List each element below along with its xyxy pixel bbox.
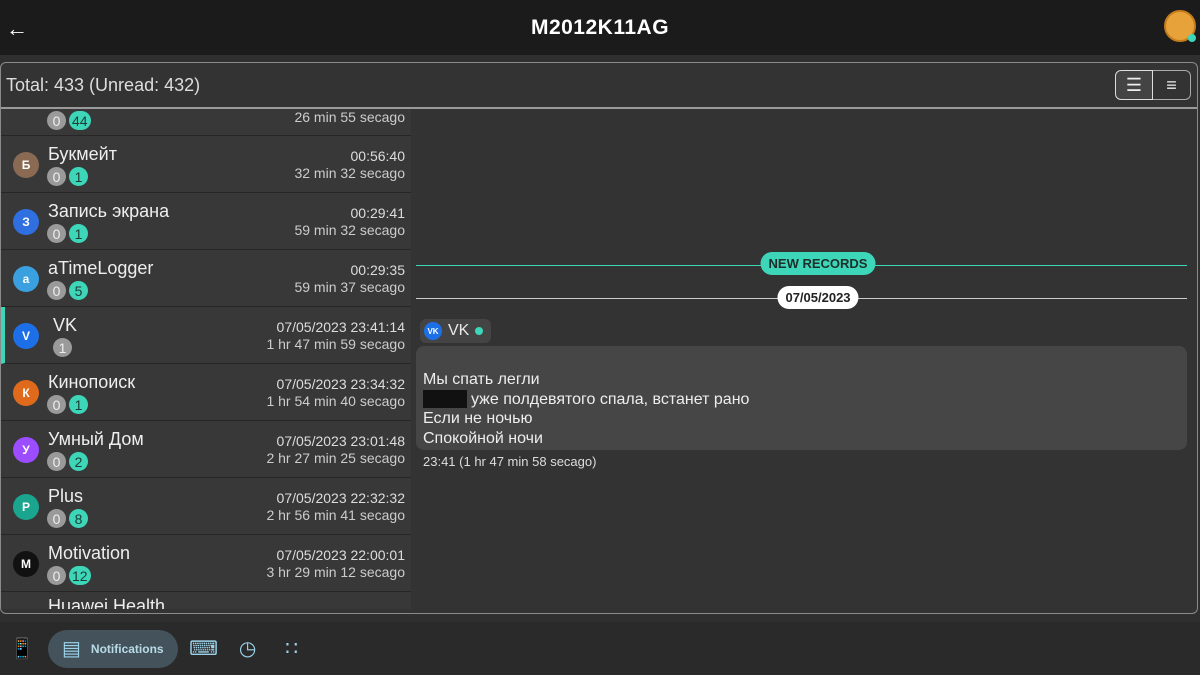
app-name: Умный Дом	[48, 429, 144, 449]
unread-count: 1	[69, 395, 88, 414]
time-ago: 1 hr 54 min 40 secago	[266, 393, 405, 409]
clock-icon[interactable]: ◷	[230, 630, 266, 668]
unread-count: 5	[69, 281, 88, 300]
time-ago: 32 min 32 secago	[294, 165, 405, 181]
timestamp: 00:29:41	[350, 205, 406, 221]
avatar[interactable]	[1164, 10, 1196, 42]
redacted-block	[423, 390, 467, 409]
notification-detail: NEW RECORDS 07/05/2023 VK VK Мы спать ле…	[416, 109, 1187, 609]
notifications-panel: Total: 433 (Unread: 432) ☰ ≡ 0 44 26 min …	[0, 62, 1198, 614]
timestamp: 00:29:35	[350, 262, 406, 278]
page-title: M2012K11AG	[530, 15, 670, 39]
list-item[interactable]: a aTimeLogger 05 00:29:35 59 min 37 seca…	[1, 250, 411, 307]
list-item[interactable]: Huawei Health	[1, 592, 411, 609]
message-line: Если не ночью	[423, 410, 533, 427]
keyboard-icon[interactable]: ⌨	[186, 630, 222, 668]
timestamp: 07/05/2023 22:32:32	[276, 490, 405, 506]
app-name: VK	[448, 322, 470, 339]
list-item[interactable]: Б Букмейт 01 00:56:40 32 min 32 secago	[1, 136, 411, 193]
unread-count: 1	[69, 224, 88, 243]
list-item[interactable]: P Plus 08 07/05/2023 22:32:32 2 hr 56 mi…	[1, 478, 411, 535]
list-item[interactable]: 0 44 26 min 55 secago	[1, 109, 411, 136]
app-name: Запись экрана	[48, 201, 170, 221]
message-icon: ▤	[62, 638, 81, 660]
app-name: aTimeLogger	[48, 258, 154, 278]
app-header: ← M2012K11AG	[0, 0, 1200, 55]
time-ago: 3 hr 29 min 12 secago	[266, 564, 405, 580]
total-summary: Total: 433 (Unread: 432)	[6, 74, 201, 95]
app-name: VK	[53, 315, 78, 335]
message-line: уже полдевятого спала, встанет рано	[423, 390, 1180, 410]
arrow-left-icon[interactable]: ←	[6, 16, 28, 42]
read-count: 0	[47, 167, 66, 186]
app-icon: a	[13, 266, 39, 292]
read-count: 0	[47, 452, 66, 471]
app-icon: У	[13, 437, 39, 463]
date-badge: 07/05/2023	[777, 286, 859, 309]
unread-count: 2	[69, 452, 88, 471]
app-icon: V	[13, 323, 39, 349]
nav-notifications[interactable]: ▤ Notifications	[48, 629, 178, 668]
list-item[interactable]: M Motivation 0 12 07/05/2023 22:00:01 3 h…	[1, 535, 411, 592]
compact-view-icon[interactable]: ≡	[1153, 70, 1191, 100]
app-chip: VK VK	[420, 319, 492, 343]
timestamp: 07/05/2023 23:01:48	[276, 433, 405, 449]
app-icon: К	[13, 380, 39, 406]
read-count: 0	[47, 281, 66, 300]
list-item[interactable]: З Запись экрана 01 00:29:41 59 min 32 se…	[1, 193, 411, 250]
toolbar: Total: 433 (Unread: 432) ☰ ≡	[1, 63, 1197, 109]
read-count: 0	[47, 111, 66, 130]
message-line: Мы спать легли	[423, 371, 540, 388]
time-ago: 2 hr 27 min 25 secago	[266, 450, 405, 466]
time-ago: 59 min 32 secago	[294, 222, 405, 238]
bottom-nav: 📱 ▤ Notifications ⌨ ◷ ∷	[0, 622, 1200, 675]
nav-notifications-label: Notifications	[90, 641, 164, 656]
time-ago: 26 min 55 secago	[294, 109, 405, 125]
unread-count: 8	[69, 509, 88, 528]
app-icon: P	[13, 494, 39, 520]
list-item[interactable]: V VK 1 07/05/2023 23:41:14 1 hr 47 min 5…	[1, 307, 411, 364]
time-ago: 1 hr 47 min 59 secago	[266, 336, 405, 352]
message-text: уже полдевятого спала, встанет рано	[471, 390, 750, 408]
app-name: Huawei Health	[48, 596, 166, 609]
app-icon: Б	[13, 152, 39, 178]
app-name: Plus	[48, 486, 84, 506]
time-ago: 59 min 37 secago	[294, 279, 405, 295]
message-line: Спокойной ночи	[423, 429, 543, 447]
list-item[interactable]: У Умный Дом 02 07/05/2023 23:01:48 2 hr …	[1, 421, 411, 478]
new-records-badge: NEW RECORDS	[760, 252, 876, 275]
vk-icon: VK	[424, 322, 442, 340]
app-name: Кинопоиск	[48, 372, 136, 392]
status-dot	[475, 327, 484, 335]
message-time: 23:41 (1 hr 47 min 58 secago)	[423, 454, 597, 469]
unread-count: 12	[69, 566, 91, 585]
app-list[interactable]: 0 44 26 min 55 secago Б Букмейт 01 00:56:…	[1, 109, 411, 609]
unread-count: 1	[69, 167, 88, 186]
apps-grid-icon[interactable]: ∷	[274, 630, 310, 668]
app-icon: M	[13, 551, 39, 577]
read-count: 0	[47, 509, 66, 528]
message-bubble: Мы спать легли уже полдевятого спала, вс…	[416, 346, 1187, 450]
list-view-icon[interactable]: ☰	[1115, 70, 1153, 100]
timestamp: 07/05/2023 22:00:01	[276, 547, 405, 563]
read-count: 0	[47, 566, 66, 585]
device-icon[interactable]: 📱	[4, 630, 40, 668]
read-count: 0	[47, 395, 66, 414]
timestamp: 07/05/2023 23:41:14	[276, 319, 405, 335]
app-name: Букмейт	[48, 144, 117, 164]
app-icon: З	[13, 209, 39, 235]
list-item[interactable]: К Кинопоиск 01 07/05/2023 23:34:32 1 hr …	[1, 364, 411, 421]
timestamp: 07/05/2023 23:34:32	[276, 376, 405, 392]
read-count: 1	[53, 338, 72, 357]
read-count: 0	[47, 224, 66, 243]
time-ago: 2 hr 56 min 41 secago	[266, 507, 405, 523]
timestamp: 00:56:40	[350, 148, 406, 164]
app-name: Motivation	[48, 543, 131, 563]
unread-count: 44	[69, 111, 91, 130]
